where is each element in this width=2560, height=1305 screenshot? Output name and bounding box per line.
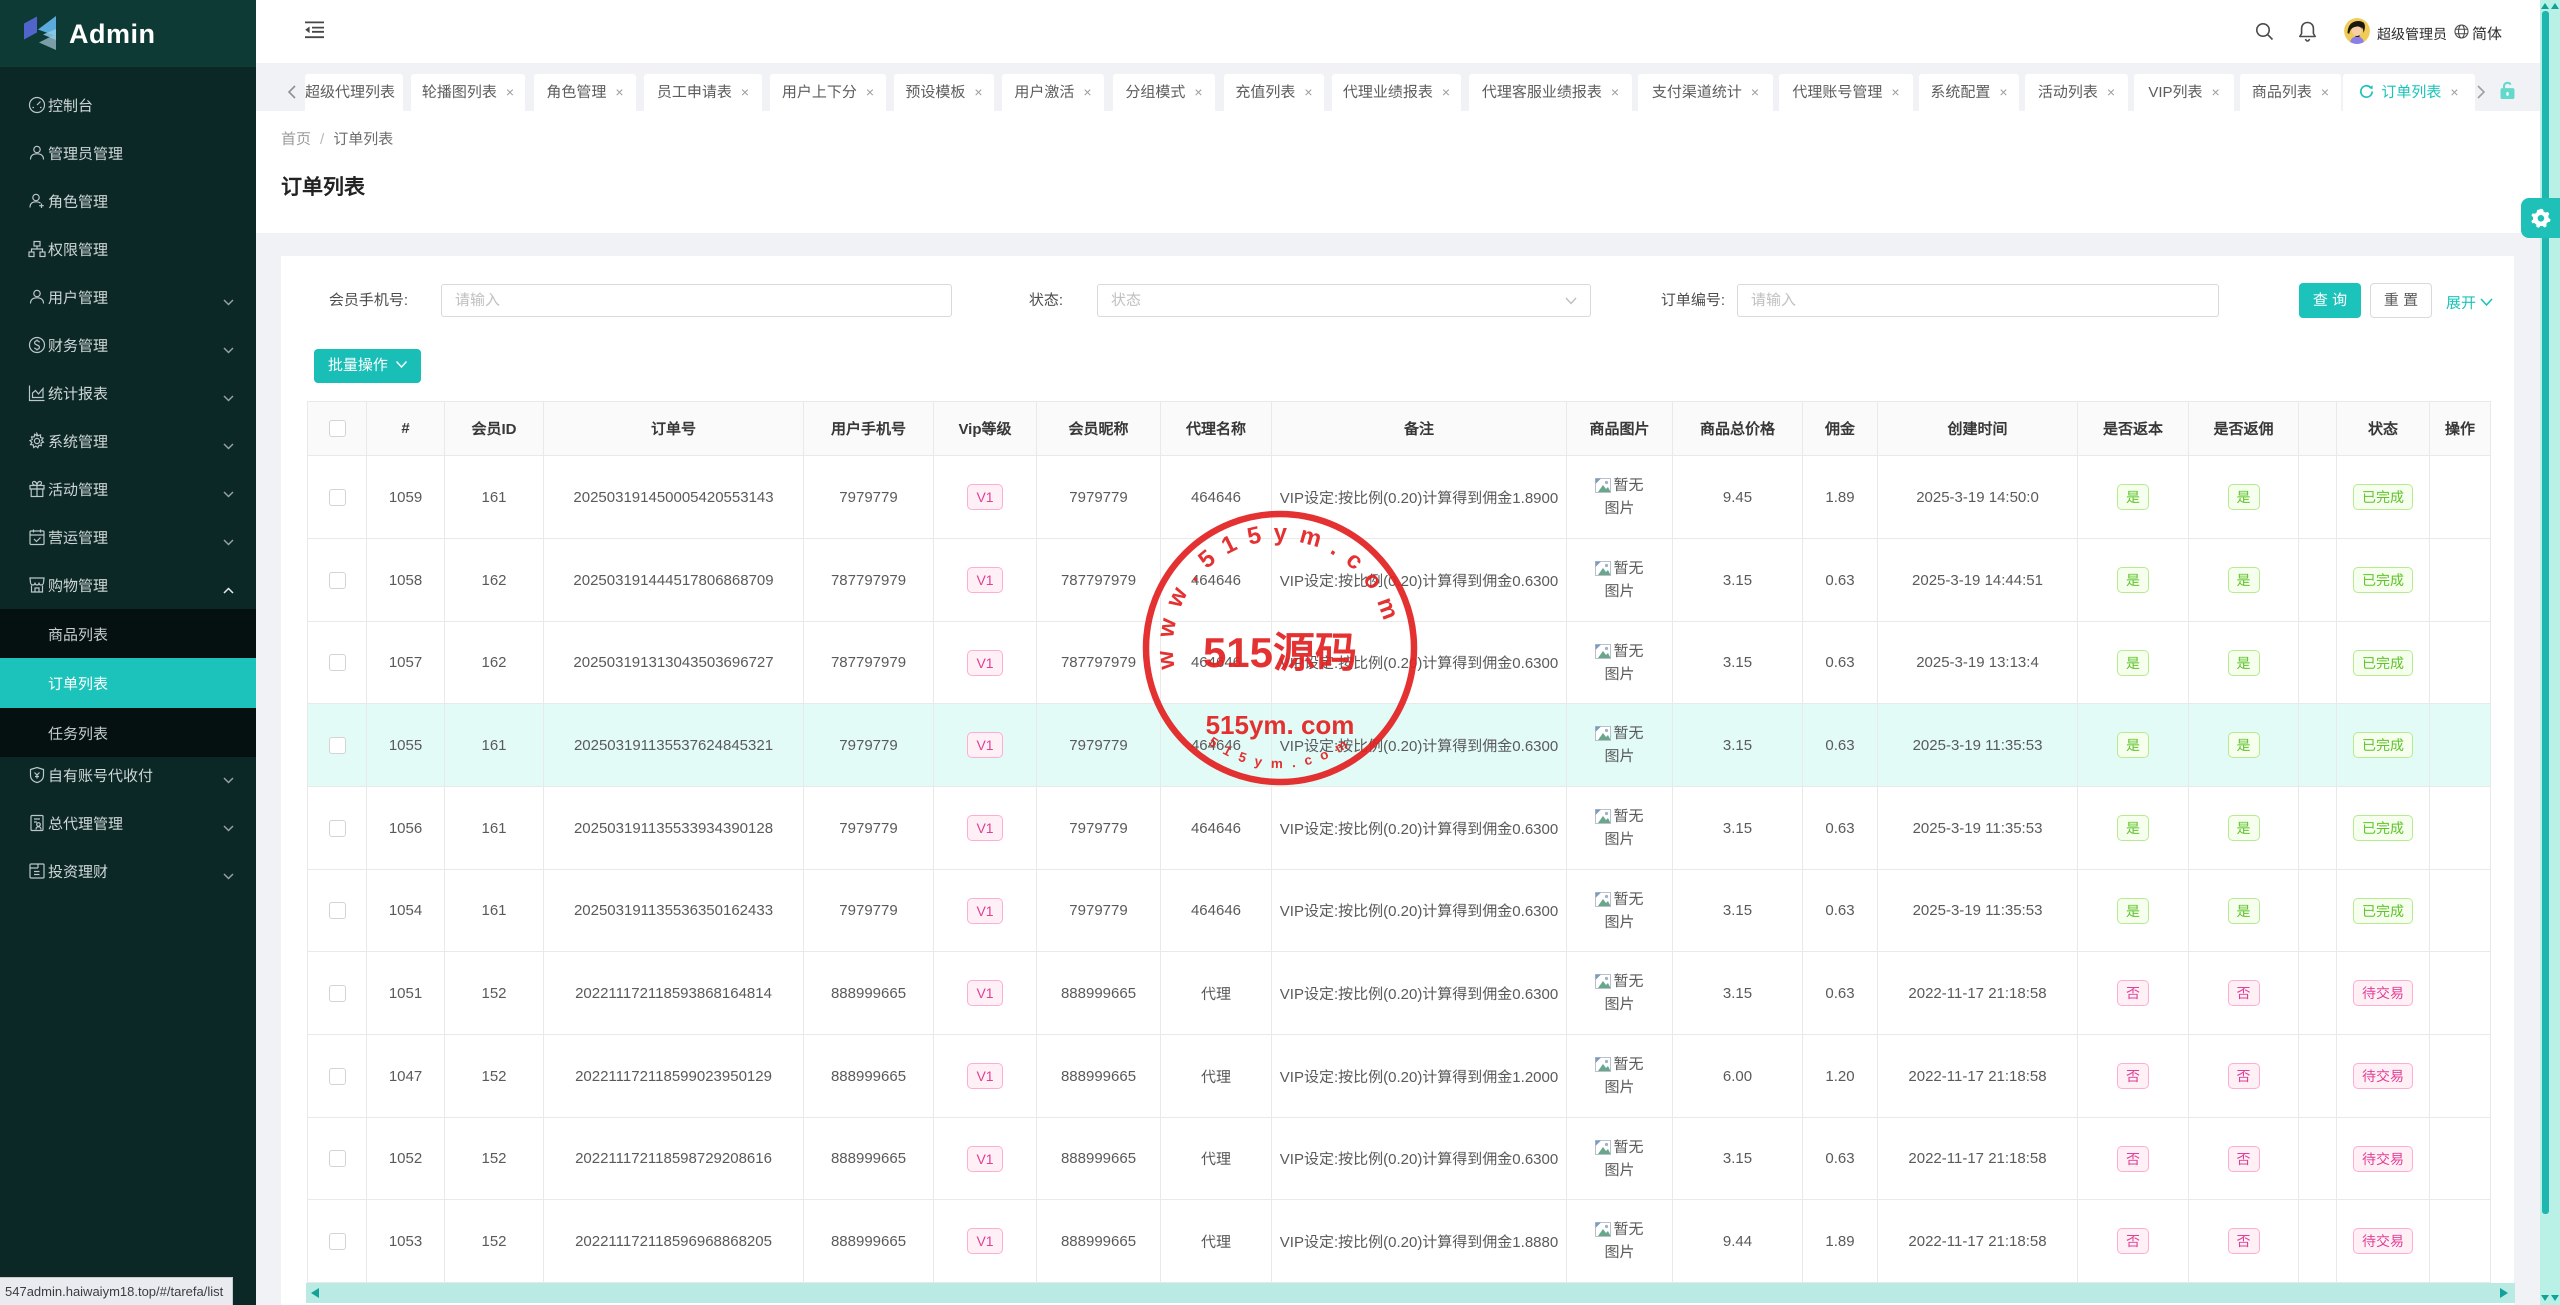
svg-text:515ym. com: 515ym. com — [1206, 710, 1355, 740]
svg-text:515源码: 515源码 — [1203, 629, 1357, 676]
